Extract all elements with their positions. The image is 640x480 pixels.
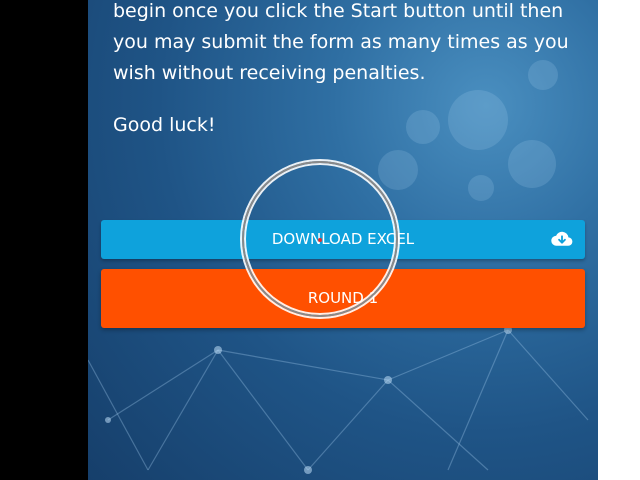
left-black-bar bbox=[0, 0, 88, 480]
content-panel: begin once you click the Start button un… bbox=[88, 0, 598, 480]
download-excel-button[interactable]: DOWNLOAD EXCEL bbox=[101, 220, 585, 259]
good-luck-text: Good luck! bbox=[113, 114, 216, 136]
round-1-button[interactable]: ROUND 1 bbox=[101, 269, 585, 328]
download-excel-label: DOWNLOAD EXCEL bbox=[271, 230, 415, 248]
instructions-paragraph: begin once you click the Start button un… bbox=[113, 0, 569, 84]
instructions-text: begin once you click the Start button un… bbox=[113, 0, 583, 141]
round-1-label: ROUND 1 bbox=[307, 289, 379, 307]
cloud-download-icon bbox=[551, 231, 573, 246]
